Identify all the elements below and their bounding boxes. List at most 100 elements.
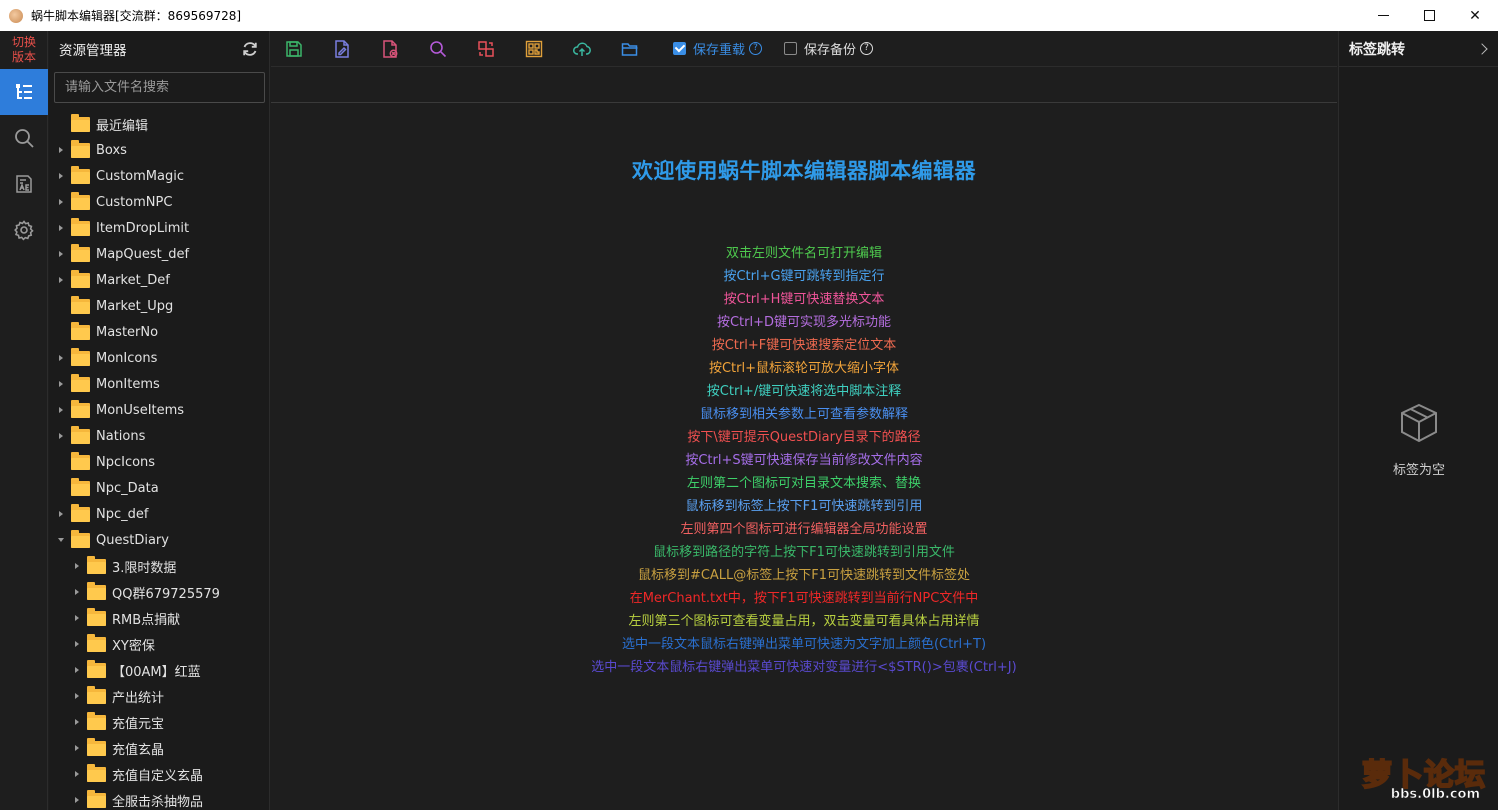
replace-icon — [478, 40, 494, 57]
bookmark-panel: 标签跳转 标签为空 — [1338, 31, 1498, 810]
tree-item[interactable]: 产出统计 — [49, 683, 269, 709]
tree-item[interactable]: 充值自定义玄晶 — [49, 761, 269, 787]
save-reload-label: 保存重载 — [693, 43, 746, 58]
edit-file-button[interactable] — [332, 34, 380, 64]
save-backup-option[interactable]: 保存备份 ? — [784, 39, 874, 58]
tree-item[interactable]: QQ群679725579 — [49, 579, 269, 605]
bookmark-empty-text: 标签为空 — [1392, 463, 1445, 478]
tree-item-label: 最近编辑 — [96, 118, 149, 134]
tree-item[interactable]: Nations — [49, 423, 269, 449]
caret-right-icon[interactable] — [70, 709, 84, 735]
tree-item-label: Nations — [96, 428, 146, 444]
cloud-upload-icon — [573, 42, 591, 56]
tree-item[interactable]: ItemDropLimit — [49, 215, 269, 241]
caret-right-icon[interactable] — [54, 137, 68, 163]
tree-item[interactable]: NpcIcons — [49, 449, 269, 475]
save-reload-option[interactable]: 保存重载 ? — [673, 39, 763, 58]
tree-item[interactable]: XY密保 — [49, 631, 269, 657]
save-button[interactable] — [284, 34, 332, 64]
tree-item[interactable]: MonUseItems — [49, 397, 269, 423]
qrcode-button[interactable] — [524, 34, 572, 64]
tree-item[interactable]: 充值元宝 — [49, 709, 269, 735]
caret-right-icon[interactable] — [54, 397, 68, 423]
caret-down-icon[interactable] — [54, 527, 68, 553]
folder-icon — [71, 477, 90, 496]
caret-right-icon[interactable] — [70, 657, 84, 683]
caret-right-icon[interactable] — [54, 423, 68, 449]
tree-item[interactable]: 3.限时数据 — [49, 553, 269, 579]
caret-right-icon[interactable] — [70, 553, 84, 579]
caret-right-icon[interactable] — [70, 683, 84, 709]
tree-item[interactable]: 【00AM】红蓝 — [49, 657, 269, 683]
tree-item[interactable]: 充值玄晶 — [49, 735, 269, 761]
save-reload-checkbox[interactable] — [673, 42, 686, 55]
tree-item[interactable]: Market_Def — [49, 267, 269, 293]
settings-activity-button[interactable] — [0, 207, 48, 253]
tip-item: 双击左则文件名可打开编辑 — [725, 246, 882, 261]
caret-right-icon[interactable] — [70, 631, 84, 657]
caret-right-icon[interactable] — [70, 761, 84, 787]
caret-right-icon[interactable] — [70, 735, 84, 761]
minimize-button[interactable] — [1360, 0, 1406, 31]
tree-item[interactable]: MasterNo — [49, 319, 269, 345]
help-icon[interactable]: ? — [860, 42, 874, 55]
explorer-activity-button[interactable] — [0, 69, 48, 115]
caret-right-icon[interactable] — [54, 241, 68, 267]
caret-right-icon[interactable] — [70, 605, 84, 631]
chevron-right-icon[interactable] — [1476, 42, 1488, 55]
switch-version-button[interactable]: 切换 版本 — [0, 31, 48, 69]
caret-spacer — [54, 449, 68, 475]
caret-right-icon[interactable] — [54, 163, 68, 189]
folder-icon — [71, 373, 90, 392]
file-search-input[interactable] — [54, 72, 265, 103]
folder-icon — [71, 243, 90, 262]
save-backup-checkbox[interactable] — [784, 42, 798, 55]
find-button[interactable] — [428, 34, 476, 64]
help-icon[interactable]: ? — [749, 42, 763, 55]
tree-item[interactable]: Npc_Data — [49, 475, 269, 501]
caret-right-icon[interactable] — [54, 215, 68, 241]
tree-item[interactable]: Market_Upg — [49, 293, 269, 319]
caret-right-icon[interactable] — [70, 579, 84, 605]
search-icon — [15, 129, 34, 148]
tree-item[interactable]: RMB点捐献 — [49, 605, 269, 631]
search-activity-button[interactable] — [0, 115, 48, 161]
open-folder-button[interactable] — [620, 34, 668, 64]
tree-item-label: Npc_def — [96, 506, 149, 522]
bookmark-panel-header: 标签跳转 — [1339, 31, 1498, 67]
tip-item: 鼠标移到路径的字符上按下F1可快速跳转到引用文件 — [653, 545, 955, 560]
folder-icon — [71, 399, 90, 418]
close-file-button[interactable] — [380, 34, 428, 64]
tree-item[interactable]: 最近编辑 — [49, 111, 269, 137]
caret-right-icon[interactable] — [54, 501, 68, 527]
folder-icon — [87, 633, 106, 652]
tip-item: 按Ctrl+F键可快速搜索定位文本 — [711, 338, 897, 353]
tree-item[interactable]: Npc_def — [49, 501, 269, 527]
tree-item[interactable]: MonIcons — [49, 345, 269, 371]
tree-item[interactable]: MapQuest_def — [49, 241, 269, 267]
caret-spacer — [54, 475, 68, 501]
caret-right-icon[interactable] — [70, 787, 84, 810]
tree-item[interactable]: CustomNPC — [49, 189, 269, 215]
tree-item[interactable]: QuestDiary — [49, 527, 269, 553]
caret-right-icon[interactable] — [54, 267, 68, 293]
tree-item[interactable]: MonItems — [49, 371, 269, 397]
tree-item-label: MonItems — [96, 376, 160, 392]
caret-right-icon[interactable] — [54, 189, 68, 215]
app-icon — [9, 8, 23, 23]
tree-item[interactable]: CustomMagic — [49, 163, 269, 189]
tree-item-label: 【00AM】红蓝 — [112, 664, 201, 680]
variable-activity-button[interactable] — [0, 161, 48, 207]
caret-right-icon[interactable] — [54, 371, 68, 397]
cloud-upload-button[interactable] — [572, 34, 620, 64]
tree-item[interactable]: Boxs — [49, 137, 269, 163]
caret-right-icon[interactable] — [54, 345, 68, 371]
refresh-icon[interactable] — [241, 40, 259, 58]
tree-item-label: 充值玄晶 — [112, 742, 165, 758]
qrcode-icon — [525, 40, 543, 57]
close-button[interactable]: ✕ — [1452, 0, 1498, 31]
tree-item[interactable]: 全服击杀抽物品 — [49, 787, 269, 810]
replace-button[interactable] — [476, 34, 524, 64]
folder-icon — [71, 451, 90, 470]
maximize-button[interactable] — [1406, 0, 1452, 31]
